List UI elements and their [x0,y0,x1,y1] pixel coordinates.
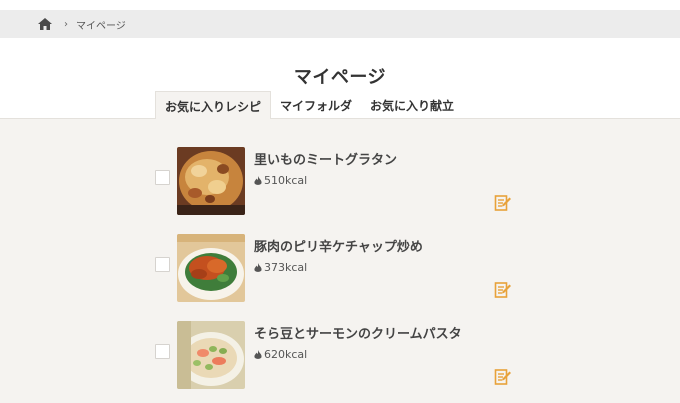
recipe-checkbox[interactable] [155,344,170,359]
list-item: そら豆とサーモンのクリームパスタ 620kcal [0,321,680,391]
tab-favorite-menus[interactable]: お気に入り献立 [361,91,463,118]
recipe-thumbnail[interactable] [177,234,245,302]
kcal-value: 510kcal [264,174,308,187]
list-item: 豚肉のピリ辛ケチャップ炒め 373kcal [0,234,680,304]
memo-edit-icon[interactable] [494,281,512,299]
recipe-name[interactable]: そら豆とサーモンのクリームパスタ [254,323,462,342]
flame-icon [254,175,262,185]
page-header: マイページ [0,38,680,91]
recipe-thumbnail[interactable] [177,321,245,389]
recipe-checkbox[interactable] [155,257,170,272]
tab-my-folder[interactable]: マイフォルダ [271,91,361,118]
tab-bar: お気に入りレシピ マイフォルダ お気に入り献立 [0,91,680,120]
page-title: マイページ [293,67,387,88]
recipe-calories: 510kcal [254,174,307,187]
breadcrumb: › マイページ [0,10,680,38]
flame-icon [254,349,262,359]
memo-edit-icon[interactable] [494,194,512,212]
kcal-value: 373kcal [264,261,308,274]
chevron-right-icon: › [64,18,68,30]
flame-icon [254,262,262,272]
memo-edit-icon[interactable] [494,368,512,386]
top-spacer [0,0,680,10]
recipe-list: 里いものミートグラタン 510kcal 豚肉のピリ辛ケチャップ炒め 373kca… [0,119,680,403]
recipe-name[interactable]: 豚肉のピリ辛ケチャップ炒め [254,236,423,255]
recipe-calories: 373kcal [254,261,307,274]
recipe-thumbnail[interactable] [177,147,245,215]
recipe-name[interactable]: 里いものミートグラタン [254,149,397,168]
home-icon[interactable] [38,18,52,30]
list-item: 里いものミートグラタン 510kcal [0,147,680,217]
breadcrumb-current: マイページ [76,20,126,32]
kcal-value: 620kcal [264,348,308,361]
recipe-checkbox[interactable] [155,170,170,185]
tab-favorite-recipes[interactable]: お気に入りレシピ [155,91,272,120]
recipe-calories: 620kcal [254,348,307,361]
